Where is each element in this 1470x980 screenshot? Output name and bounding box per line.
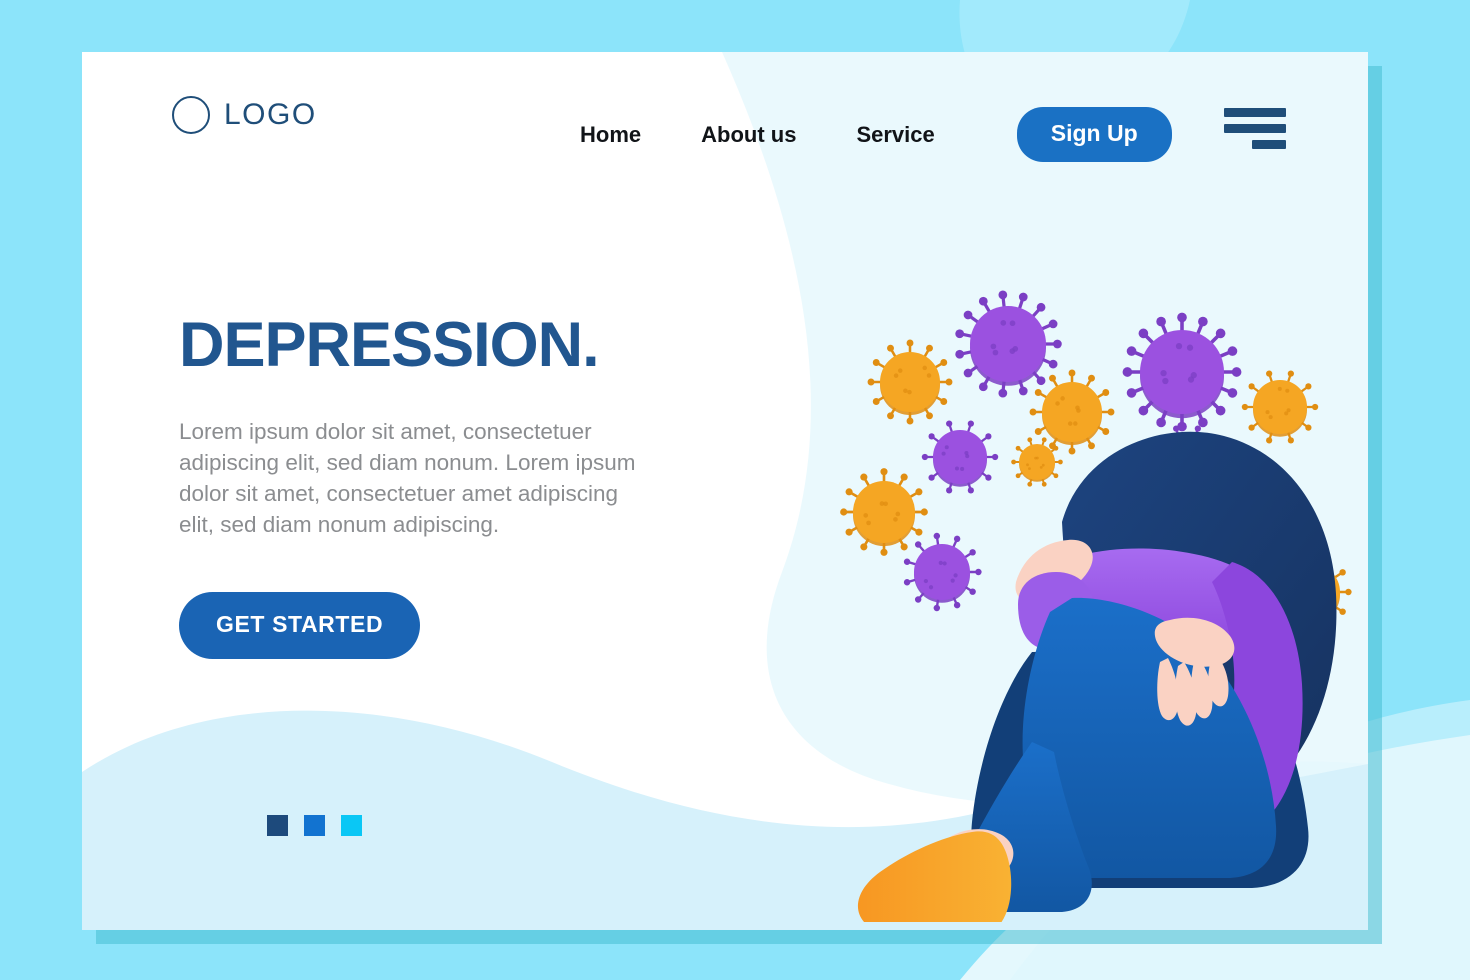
get-started-button[interactable]: GET STARTED [179, 592, 421, 660]
hero-description: Lorem ipsum dolor sit amet, consectetuer… [179, 419, 636, 538]
primary-navigation: Home About us Service Sign Up [550, 107, 1172, 162]
hamburger-bar-2 [1224, 124, 1286, 133]
brand-label: LOGO [224, 98, 317, 131]
nav-item-home[interactable]: Home [550, 122, 671, 148]
site-header: LOGO Home About us Service Sign Up [82, 52, 1368, 192]
carousel-indicator [267, 815, 362, 836]
nav-item-service[interactable]: Service [826, 122, 964, 148]
carousel-dot-2[interactable] [304, 815, 325, 836]
hero-section: DEPRESSION. Lorem ipsum dolor sit amet, … [179, 310, 699, 660]
carousel-dot-3[interactable] [341, 815, 362, 836]
hamburger-bar-3 [1252, 140, 1286, 149]
hamburger-bar-1 [1224, 108, 1286, 117]
hamburger-menu-icon[interactable] [1224, 108, 1286, 154]
nav-item-about-us[interactable]: About us [671, 122, 826, 148]
page-title: DEPRESSION. [179, 310, 600, 380]
sign-up-button[interactable]: Sign Up [1016, 107, 1172, 162]
circle-outline-icon [172, 96, 210, 134]
brand-logo[interactable]: LOGO [172, 96, 317, 134]
landing-page-card: LOGO Home About us Service Sign Up DEPRE… [82, 52, 1368, 930]
carousel-dot-1[interactable] [267, 815, 288, 836]
